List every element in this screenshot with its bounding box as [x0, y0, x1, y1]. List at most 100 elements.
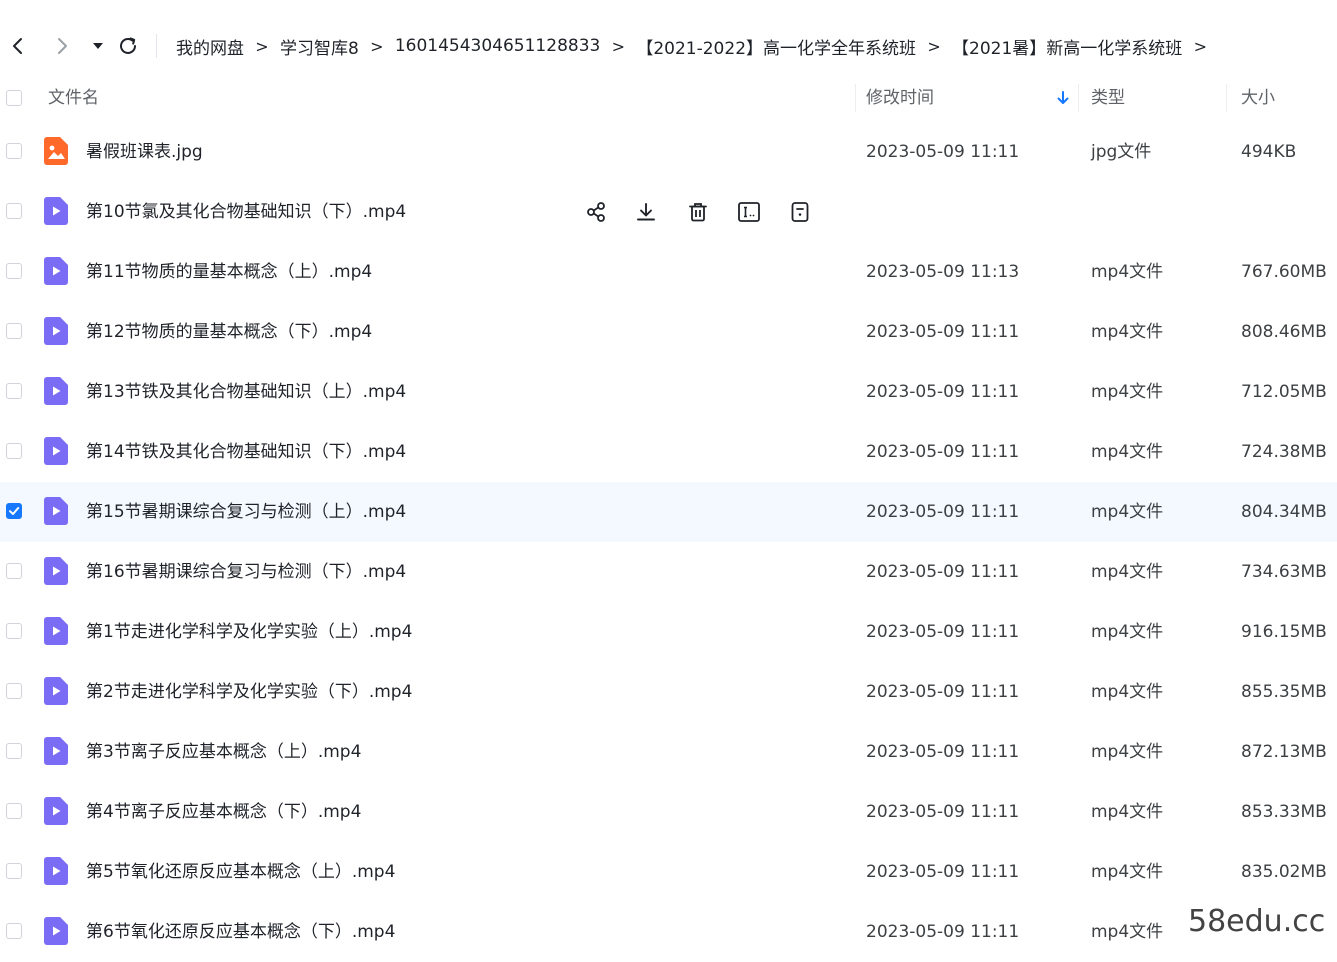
file-name[interactable]: 第16节暑期课综合复习与检测（下）.mp4: [86, 542, 406, 602]
chevron-right-icon: [58, 38, 67, 54]
breadcrumb-item-summer-course[interactable]: 【2021暑】新高一化学系统班: [952, 34, 1182, 59]
file-modified-date: 2023-05-09 11:11: [866, 802, 1020, 822]
history-dropdown-button[interactable]: [84, 32, 112, 60]
more-icon: [789, 201, 811, 223]
row-checkbox[interactable]: [6, 443, 22, 459]
file-modified-date: 2023-05-09 11:11: [866, 922, 1020, 942]
column-header-type[interactable]: 类型: [1091, 72, 1125, 124]
column-divider[interactable]: [1226, 84, 1227, 112]
forward-button[interactable]: [48, 32, 76, 60]
file-type: mp4文件: [1091, 862, 1164, 882]
file-row[interactable]: 第12节物质的量基本概念（下）.mp4 2023-05-09 11:11 mp4文件…: [0, 302, 1337, 362]
file-name[interactable]: 第15节暑期课综合复习与检测（上）.mp4: [86, 482, 406, 542]
row-checkbox[interactable]: [6, 863, 22, 879]
breadcrumb-item-folder-id[interactable]: 1601454304651128833: [395, 36, 601, 56]
row-checkbox[interactable]: [6, 323, 22, 339]
file-name[interactable]: 第10节氯及其化合物基础知识（下）.mp4: [86, 182, 406, 242]
file-name[interactable]: 暑假班课表.jpg: [86, 122, 203, 182]
video-file-icon: [44, 557, 68, 585]
row-checkbox[interactable]: [6, 143, 22, 159]
file-row[interactable]: 第4节离子反应基本概念（下）.mp4 2023-05-09 11:11 mp4文件 8…: [0, 782, 1337, 842]
file-row[interactable]: 第2节走进化学科学及化学实验（下）.mp4 2023-05-09 11:11 mp4…: [0, 662, 1337, 722]
row-checkbox[interactable]: [6, 803, 22, 819]
file-type: mp4文件: [1091, 802, 1164, 822]
row-checkbox[interactable]: [6, 683, 22, 699]
column-header-size[interactable]: 大小: [1241, 72, 1275, 124]
row-checkbox[interactable]: [6, 383, 22, 399]
column-header-name[interactable]: 文件名: [48, 72, 99, 124]
file-row[interactable]: 第16节暑期课综合复习与检测（下）.mp4 2023-05-09 11:11 mp4…: [0, 542, 1337, 602]
file-size: 872.13MB: [1241, 742, 1327, 762]
video-file-icon: [44, 617, 68, 645]
file-size: 494KB: [1241, 142, 1297, 162]
file-modified-date: 2023-05-09 11:11: [866, 682, 1020, 702]
arrow-down-icon[interactable]: [1054, 89, 1072, 107]
row-checkbox[interactable]: [6, 623, 22, 639]
share-button[interactable]: [582, 198, 610, 226]
video-file-icon: [44, 197, 68, 225]
breadcrumb-separator: >: [370, 36, 384, 56]
file-row[interactable]: 第13节铁及其化合物基础知识（上）.mp4 2023-05-09 11:11 mp4…: [0, 362, 1337, 422]
back-button[interactable]: [4, 32, 32, 60]
refresh-icon: [120, 37, 136, 54]
file-name[interactable]: 第1节走进化学科学及化学实验（上）.mp4: [86, 602, 412, 662]
delete-button[interactable]: [684, 198, 712, 226]
breadcrumb-item-course-year[interactable]: 【2021-2022】高一化学全年系统班: [636, 34, 916, 59]
file-name[interactable]: 第11节物质的量基本概念（上）.mp4: [86, 242, 372, 302]
download-icon: [635, 201, 657, 223]
rename-button[interactable]: [735, 198, 763, 226]
file-row[interactable]: 第11节物质的量基本概念（上）.mp4 2023-05-09 11:13 mp4文件…: [0, 242, 1337, 302]
file-row[interactable]: 暑假班课表.jpg 2023-05-09 11:11 jpg文件 494KB: [0, 122, 1337, 182]
refresh-button[interactable]: [114, 32, 142, 60]
file-row[interactable]: 第15节暑期课综合复习与检测（上）.mp4 2023-05-09 11:11 mp4…: [0, 482, 1337, 542]
file-size: 724.38MB: [1241, 442, 1327, 462]
file-size: 734.63MB: [1241, 562, 1327, 582]
column-header-modified[interactable]: 修改时间: [866, 72, 934, 124]
breadcrumb-separator: >: [255, 36, 269, 56]
file-modified-date: 2023-05-09 11:11: [866, 622, 1020, 642]
file-row[interactable]: 第10节氯及其化合物基础知识（下）.mp4: [0, 182, 1337, 242]
row-checkbox[interactable]: [6, 563, 22, 579]
file-name[interactable]: 第6节氧化还原反应基本概念（下）.mp4: [86, 902, 395, 962]
video-file-icon: [44, 917, 68, 945]
breadcrumb-item-library[interactable]: 学习智库8: [280, 34, 359, 59]
file-modified-date: 2023-05-09 11:11: [866, 502, 1020, 522]
row-checkbox[interactable]: [6, 503, 22, 519]
file-type: mp4文件: [1091, 622, 1164, 642]
column-divider[interactable]: [1078, 84, 1079, 112]
row-checkbox[interactable]: [6, 263, 22, 279]
file-name[interactable]: 第12节物质的量基本概念（下）.mp4: [86, 302, 372, 362]
video-file-icon: [44, 857, 68, 885]
file-modified-date: 2023-05-09 11:11: [866, 562, 1020, 582]
file-size: 916.15MB: [1241, 622, 1327, 642]
video-file-icon: [44, 317, 68, 345]
row-checkbox[interactable]: [6, 743, 22, 759]
file-name[interactable]: 第4节离子反应基本概念（下）.mp4: [86, 782, 361, 842]
download-button[interactable]: [632, 198, 660, 226]
row-checkbox[interactable]: [6, 203, 22, 219]
more-button[interactable]: [786, 198, 814, 226]
file-name[interactable]: 第3节离子反应基本概念（上）.mp4: [86, 722, 361, 782]
column-divider[interactable]: [855, 84, 856, 112]
row-checkbox[interactable]: [6, 923, 22, 939]
select-all-checkbox[interactable]: [6, 90, 22, 106]
file-modified-date: 2023-05-09 11:13: [866, 262, 1020, 282]
file-modified-date: 2023-05-09 11:11: [866, 382, 1020, 402]
file-row[interactable]: 第6节氧化还原反应基本概念（下）.mp4 2023-05-09 11:11 mp4文…: [0, 902, 1337, 962]
breadcrumb-item-my-drive[interactable]: 我的网盘: [176, 34, 244, 59]
video-file-icon: [44, 797, 68, 825]
video-file-icon: [44, 677, 68, 705]
file-name[interactable]: 第2节走进化学科学及化学实验（下）.mp4: [86, 662, 412, 722]
file-name[interactable]: 第14节铁及其化合物基础知识（下）.mp4: [86, 422, 406, 482]
file-row[interactable]: 第5节氧化还原反应基本概念（上）.mp4 2023-05-09 11:11 mp4文…: [0, 842, 1337, 902]
file-row[interactable]: 第3节离子反应基本概念（上）.mp4 2023-05-09 11:11 mp4文件 8…: [0, 722, 1337, 782]
breadcrumb-separator: >: [1193, 36, 1207, 56]
file-row[interactable]: 第1节走进化学科学及化学实验（上）.mp4 2023-05-09 11:11 mp4…: [0, 602, 1337, 662]
file-type: mp4文件: [1091, 562, 1164, 582]
breadcrumb-separator: >: [927, 36, 941, 56]
chevron-left-icon: [13, 38, 22, 54]
file-row[interactable]: 第14节铁及其化合物基础知识（下）.mp4 2023-05-09 11:11 mp4…: [0, 422, 1337, 482]
file-name[interactable]: 第13节铁及其化合物基础知识（上）.mp4: [86, 362, 406, 422]
file-size: 808.46MB: [1241, 322, 1327, 342]
file-name[interactable]: 第5节氧化还原反应基本概念（上）.mp4: [86, 842, 395, 902]
